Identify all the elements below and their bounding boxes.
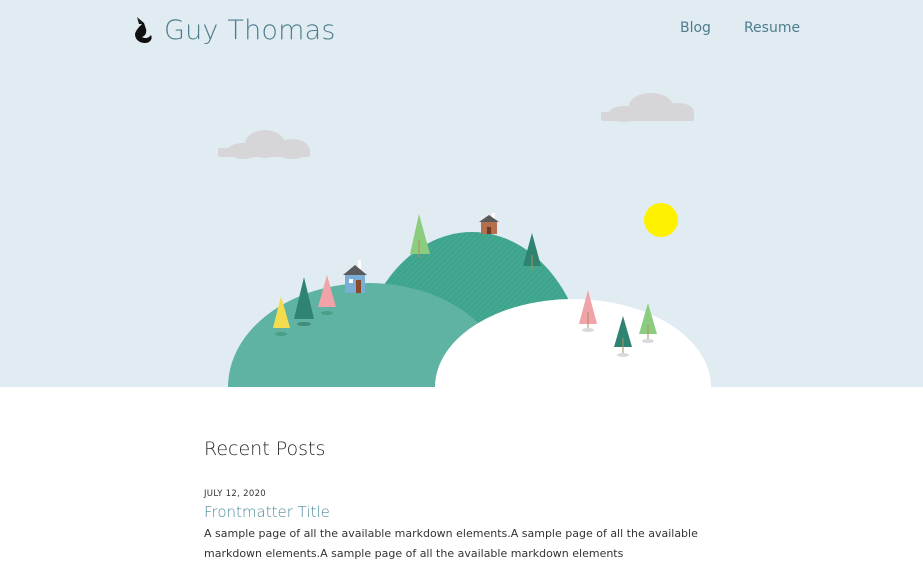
fox-head-icon [135, 17, 152, 43]
post-title-link[interactable]: Frontmatter Title [204, 503, 724, 521]
sun [644, 203, 678, 237]
nav-link-blog[interactable]: Blog [680, 20, 711, 36]
section-heading: Recent Posts [204, 438, 326, 460]
landscape-illustration [218, 93, 711, 387]
tree-lightgreen-top [410, 214, 430, 258]
site-title: Guy Thomas [164, 14, 336, 46]
nav-link-resume[interactable]: Resume [744, 20, 800, 36]
cloud-right [601, 93, 694, 122]
site-brand-link[interactable]: Guy Thomas [133, 12, 336, 48]
post-item: July 12, 2020 Frontmatter Title A sample… [204, 489, 724, 564]
post-excerpt: A sample page of all the available markd… [204, 527, 698, 560]
house-top [479, 213, 499, 234]
cloud-left [218, 130, 310, 159]
main-nav: Blog Resume [680, 20, 800, 36]
post-date: July 12, 2020 [204, 489, 266, 499]
recent-posts-section: Recent Posts July 12, 2020 Frontmatter T… [204, 438, 724, 564]
hero-banner: Guy Thomas Blog Resume [0, 0, 923, 387]
house-left [343, 260, 367, 293]
